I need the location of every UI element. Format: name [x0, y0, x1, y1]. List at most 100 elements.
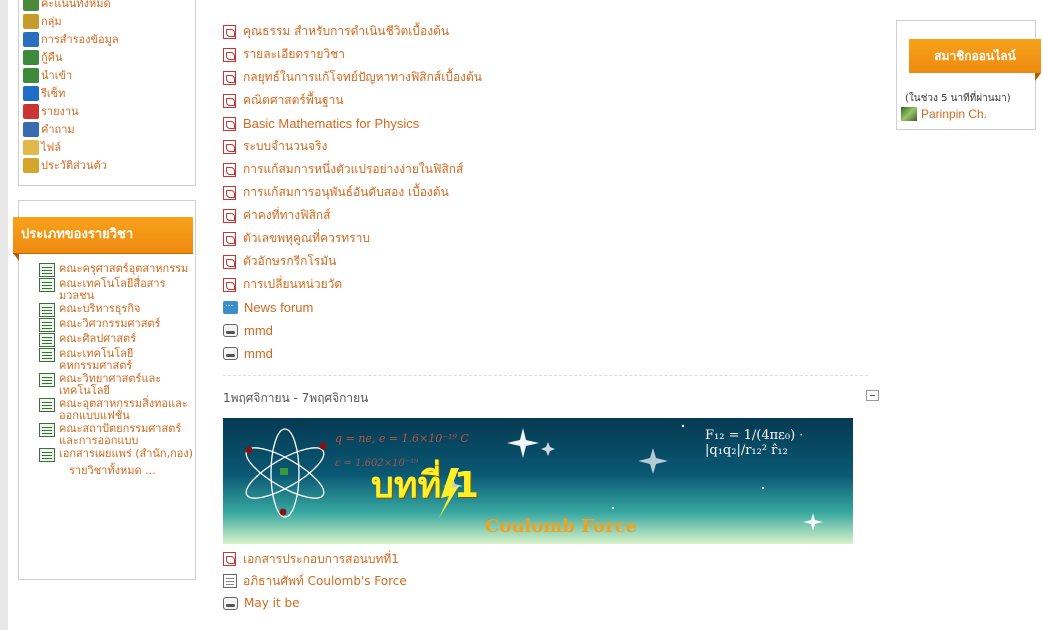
admin-item[interactable]: กลุ่ม [23, 12, 119, 30]
category-label[interactable]: คณะอุตสาหกรรมสิ่งทอและออกแบบแฟชั่น [59, 398, 195, 422]
resource-link[interactable]: Basic Mathematics for Physics [243, 116, 419, 131]
resource-item[interactable]: อภิธานศัพท์ Coulomb's Force [223, 570, 407, 592]
report-icon [23, 103, 39, 119]
category-item[interactable]: คณะวิศวกรรมศาสตร์ [39, 318, 195, 332]
restore-icon [23, 49, 39, 65]
header-ribbon-tab [13, 253, 19, 261]
category-label[interactable]: เอกสารเผยแพร่ (สำนัก,กอง) [59, 448, 193, 460]
admin-item[interactable]: กู้คืน [23, 48, 119, 66]
category-item[interactable]: คณะเทคโนโลยีคหกรรมศาสตร์ [39, 348, 195, 372]
resource-link[interactable]: คุณธรรม สำหรับการดำเนินชีวิตเบื้องต้น [243, 22, 449, 41]
resource-item[interactable]: การแก้สมการหนึ่งตัวแปรอย่างง่ายในฟิสิกส์ [223, 158, 482, 181]
category-item[interactable]: คณะบริหารธุรกิจ [39, 303, 195, 317]
admin-item[interactable]: รีเซ็ท [23, 84, 119, 102]
chapter-banner: q = ne, e = 1.6×10⁻¹⁹ C ε = 1.602×10⁻¹⁹ … [223, 418, 853, 544]
resource-link[interactable]: ตัวเลขพหุคูณที่ควรทราบ [243, 229, 370, 248]
collapse-section-button[interactable] [866, 390, 879, 401]
admin-item-label[interactable]: รายงาน [41, 102, 79, 120]
category-item[interactable]: คณะเทคโนโลยีสื่อสารมวลชน [39, 278, 195, 302]
admin-item[interactable]: ประวัติส่วนตัว [23, 156, 119, 174]
header-ribbon-tab [1035, 73, 1041, 81]
resource-item[interactable]: การเปลี่ยนหน่วยวัด [223, 273, 482, 296]
resource-link[interactable]: การแก้สมการหนึ่งตัวแปรอย่างง่ายในฟิสิกส์ [243, 160, 463, 179]
chapter-number: บทที่ 1 [371, 465, 479, 506]
all-courses-link[interactable]: รายวิชาทั้งหมด ... [39, 465, 195, 477]
resource-item[interactable]: เอกสารประกอบการสอนบทที่1 [223, 548, 407, 570]
resource-link[interactable]: mmd [244, 346, 273, 361]
category-label[interactable]: คณะศิลปศาสตร์ [59, 333, 136, 345]
resource-item[interactable]: News forum [223, 296, 482, 319]
admin-item-label[interactable]: กู้คืน [41, 48, 63, 66]
category-label[interactable]: คณะวิศวกรรมศาสตร์ [59, 318, 160, 330]
resource-item[interactable]: ค่าคงที่ทางฟิสิกส์ [223, 204, 482, 227]
category-item[interactable]: คณะสถาปัตยกรรมศาสตร์และการออกแบบ [39, 423, 195, 447]
resource-icon [223, 324, 238, 337]
pdf-icon [223, 47, 236, 62]
resource-item[interactable]: ระบบจำนวนจริง [223, 135, 482, 158]
admin-item[interactable]: รายงาน [23, 102, 119, 120]
resource-link[interactable]: อภิธานศัพท์ Coulomb's Force [243, 572, 407, 591]
resource-link[interactable]: News forum [244, 300, 313, 315]
online-users-block: สมาชิกออนไลน์ (ในช่วง 5 นาทีที่ผ่านมา) P… [896, 20, 1041, 130]
admin-item[interactable]: การสำรองข้อมูล [23, 30, 119, 48]
resource-link[interactable]: ตัวอักษรกรีกโรมัน [243, 252, 336, 271]
admin-item-label[interactable]: ไฟล์ [41, 138, 61, 156]
admin-item-label[interactable]: นำเข้า [41, 66, 72, 84]
resource-list: คุณธรรม สำหรับการดำเนินชีวิตเบื้องต้นราย… [223, 20, 482, 365]
resource-link[interactable]: รายละเอียดรายวิชา [243, 45, 345, 64]
resource-link[interactable]: mmd [244, 323, 273, 338]
resource-item[interactable]: May it be [223, 592, 407, 614]
resource-link[interactable]: May it be [244, 596, 299, 610]
admin-item[interactable]: คะแนนทั้งหมด [23, 0, 119, 12]
pdf-icon [223, 116, 236, 131]
admin-item-label[interactable]: คำถาม [41, 120, 75, 138]
admin-item[interactable]: คำถาม [23, 120, 119, 138]
resource-link[interactable]: ระบบจำนวนจริง [243, 137, 327, 156]
resource-item[interactable]: รายละเอียดรายวิชา [223, 43, 482, 66]
collapse-block-icon[interactable]: ▾ [189, 203, 193, 212]
admin-item-label[interactable]: ประวัติส่วนตัว [41, 156, 107, 174]
admin-item-label[interactable]: คะแนนทั้งหมด [41, 0, 111, 12]
resource-item[interactable]: ตัวอักษรกรีกโรมัน [223, 250, 482, 273]
online-users-header: สมาชิกออนไลน์ [909, 39, 1041, 73]
category-label[interactable]: คณะเทคโนโลยีสื่อสารมวลชน [59, 278, 195, 302]
admin-item[interactable]: นำเข้า [23, 66, 119, 84]
main-content: คุณธรรม สำหรับการดำเนินชีวิตเบื้องต้นราย… [213, 0, 879, 630]
category-icon [39, 373, 55, 387]
admin-item-label[interactable]: การสำรองข้อมูล [41, 30, 119, 48]
category-item[interactable]: คณะศิลปศาสตร์ [39, 333, 195, 347]
import-icon [23, 67, 39, 83]
category-item[interactable]: คณะครุศาสตร์อุตสาหกรรม [39, 263, 195, 277]
category-item[interactable]: คณะอุตสาหกรรมสิ่งทอและออกแบบแฟชั่น [39, 398, 195, 422]
category-item[interactable]: เอกสารเผยแพร่ (สำนัก,กอง) [39, 448, 195, 462]
resource-item[interactable]: กลยุทธ์ในการแก้โจทย์ปัญหาทางฟิสิกส์เบื้อ… [223, 66, 482, 89]
resource-link[interactable]: คณิตศาสตร์พื้นฐาน [243, 91, 344, 110]
week-activity-list: เอกสารประกอบการสอนบทที่1 อภิธานศัพท์ Coul… [223, 548, 407, 614]
administration-list: คะแนนทั้งหมด กลุ่ม การสำรองข้อมูล กู้คืน นำเ… [23, 0, 119, 174]
resource-item[interactable]: คุณธรรม สำหรับการดำเนินชีวิตเบื้องต้น [223, 20, 482, 43]
resource-link[interactable]: การเปลี่ยนหน่วยวัด [243, 275, 342, 294]
category-label[interactable]: คณะวิทยาศาสตร์และเทคโนโลยี [59, 373, 195, 397]
resource-item[interactable]: คณิตศาสตร์พื้นฐาน [223, 89, 482, 112]
online-user-name[interactable]: Parinpin Ch. [921, 107, 987, 121]
category-label[interactable]: คณะสถาปัตยกรรมศาสตร์และการออกแบบ [59, 423, 195, 447]
category-label[interactable]: คณะครุศาสตร์อุตสาหกรรม [59, 263, 188, 275]
category-item[interactable]: คณะวิทยาศาสตร์และเทคโนโลยี [39, 373, 195, 397]
category-label[interactable]: คณะเทคโนโลยีคหกรรมศาสตร์ [59, 348, 195, 372]
resource-link[interactable]: กลยุทธ์ในการแก้โจทย์ปัญหาทางฟิสิกส์เบื้อ… [243, 68, 482, 87]
category-label[interactable]: คณะบริหารธุรกิจ [59, 303, 140, 315]
resource-link[interactable]: ค่าคงที่ทางฟิสิกส์ [243, 206, 330, 225]
resource-item[interactable]: Basic Mathematics for Physics [223, 112, 482, 135]
resource-item[interactable]: การแก้สมการอนุพันธ์อันดับสอง เบื้องต้น [223, 181, 482, 204]
resource-item[interactable]: mmd [223, 342, 482, 365]
admin-item-label[interactable]: รีเซ็ท [41, 84, 65, 102]
week-title: 1พฤศจิกายน - 7พฤศจิกายน [223, 391, 369, 405]
online-user[interactable]: Parinpin Ch. [901, 107, 987, 121]
resource-link[interactable]: เอกสารประกอบการสอนบทที่1 [243, 550, 399, 569]
admin-item-label[interactable]: กลุ่ม [41, 12, 62, 30]
course-categories-block: ▾ ประเภทของรายวิชา คณะครุศาสตร์อุตสาหกรร… [13, 200, 196, 580]
admin-item[interactable]: ไฟล์ [23, 138, 119, 156]
resource-item[interactable]: mmd [223, 319, 482, 342]
resource-link[interactable]: การแก้สมการอนุพันธ์อันดับสอง เบื้องต้น [243, 183, 449, 202]
resource-item[interactable]: ตัวเลขพหุคูณที่ควรทราบ [223, 227, 482, 250]
